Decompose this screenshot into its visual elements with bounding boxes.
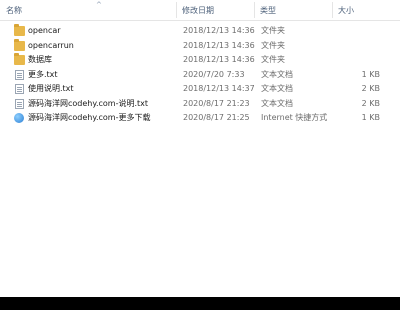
file-type: 文件夹 [261,55,285,64]
column-header-name[interactable]: 名称 [6,5,22,16]
text-file-icon [15,69,24,80]
list-item[interactable]: 源码海洋网codehy.com-说明.txt 2020/8/17 21:23 文… [0,97,400,112]
file-date: 2020/8/17 21:25 [183,113,250,122]
list-item[interactable]: opencar 2018/12/13 14:36 文件夹 [0,24,400,39]
file-name: 更多.txt [28,69,58,79]
file-name: opencarrun [28,40,74,50]
list-item[interactable]: 源码海洋网codehy.com-更多下载 2020/8/17 21:25 Int… [0,111,400,126]
column-divider[interactable] [176,2,177,18]
list-item[interactable]: 更多.txt 2020/7/20 7:33 文本文档 1 KB [0,68,400,83]
folder-icon [14,38,25,51]
column-divider[interactable] [254,2,255,18]
column-divider[interactable] [332,2,333,18]
file-type: 文件夹 [261,40,285,50]
file-name: 源码海洋网codehy.com-更多下载 [28,113,151,122]
column-header-size[interactable]: 大小 [338,5,354,16]
file-date: 2018/12/13 14:36 [183,55,255,64]
file-type: 文本文档 [261,84,293,93]
file-name: opencar [28,26,61,35]
file-size: 2 KB [361,84,380,93]
internet-shortcut-icon [14,113,24,123]
sort-arrow-icon[interactable]: ^ [96,1,102,9]
file-list: opencar 2018/12/13 14:36 文件夹 opencarrun … [0,24,400,126]
list-item[interactable]: 使用说明.txt 2018/12/13 14:37 文本文档 2 KB [0,82,400,97]
file-date: 2018/12/13 14:36 [183,26,255,35]
file-type: 文件夹 [261,26,285,35]
text-file-icon [15,98,24,109]
file-type: 文本文档 [261,69,293,79]
file-date: 2018/12/13 14:37 [183,84,255,93]
column-header-type[interactable]: 类型 [260,5,276,16]
file-date: 2018/12/13 14:36 [183,40,255,50]
file-size: 2 KB [361,98,380,108]
file-date: 2020/7/20 7:33 [183,69,245,79]
text-file-icon [15,84,24,94]
taskbar [0,297,400,310]
list-item[interactable]: opencarrun 2018/12/13 14:36 文件夹 [0,38,400,54]
file-name: 使用说明.txt [28,84,74,93]
file-type: Internet 快捷方式 [261,113,328,122]
file-name: 数据库 [28,55,52,64]
folder-icon [14,53,25,65]
file-size: 1 KB [361,113,380,122]
file-name: 源码海洋网codehy.com-说明.txt [28,98,149,108]
column-header-date[interactable]: 修改日期 [182,5,214,16]
file-date: 2020/8/17 21:23 [183,98,250,108]
folder-icon [14,24,25,36]
file-explorer-window: ^ 名称 修改日期 类型 大小 opencar 2018/12/13 14:36… [0,0,400,310]
list-item[interactable]: 数据库 2018/12/13 14:36 文件夹 [0,53,400,68]
column-header-bar: ^ 名称 修改日期 类型 大小 [0,0,400,21]
file-type: 文本文档 [261,98,293,108]
file-size: 1 KB [361,69,380,79]
